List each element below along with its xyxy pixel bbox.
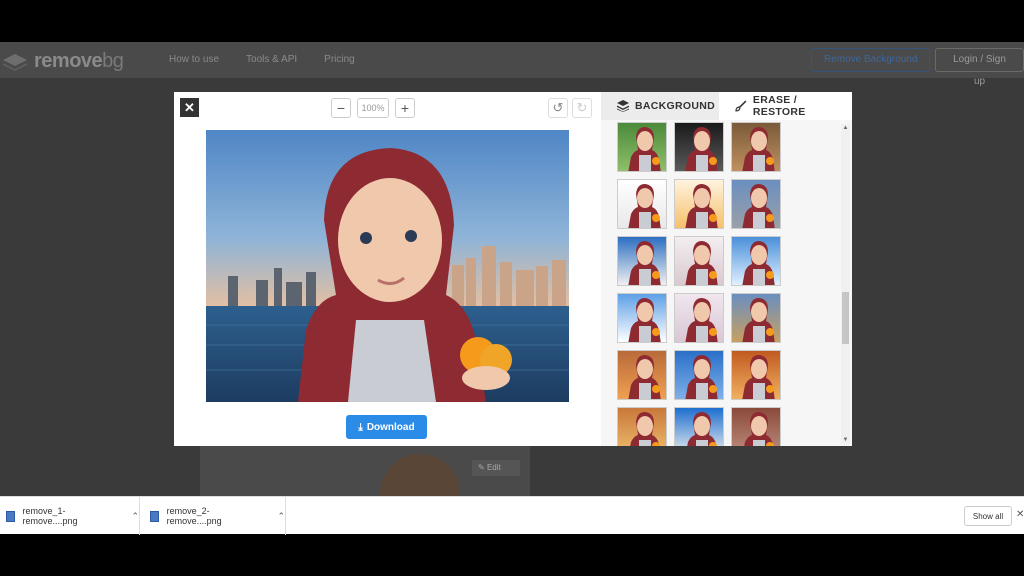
zoom-out-button[interactable]: −	[331, 98, 351, 118]
background-thumbnail[interactable]	[674, 179, 724, 229]
download-button[interactable]: ⤓ Download	[346, 415, 427, 439]
chevron-up-icon[interactable]: ⌃	[277, 511, 285, 522]
background-thumbnail[interactable]	[674, 350, 724, 400]
redo-icon[interactable]: ↻	[572, 98, 592, 118]
close-shelf-icon[interactable]: ✕	[1016, 509, 1024, 520]
nav-how-to-use[interactable]: How to use	[169, 54, 219, 65]
background-thumbnail[interactable]	[617, 407, 667, 446]
child-with-city-background-image	[206, 130, 569, 402]
background-thumbnail[interactable]	[617, 350, 667, 400]
background-sidebar: BACKGROUND ERASE / RESTORE ▲ ▼	[601, 92, 852, 446]
tab-erase-restore[interactable]: ERASE / RESTORE	[719, 92, 852, 120]
sidebar-tabs: BACKGROUND ERASE / RESTORE	[601, 92, 852, 120]
nav-pricing[interactable]: Pricing	[324, 54, 355, 65]
background-thumbnail[interactable]	[731, 179, 781, 229]
png-file-icon	[6, 510, 15, 522]
tab-erase-restore-label: ERASE / RESTORE	[752, 94, 806, 118]
logo-text: remove	[34, 50, 103, 72]
download-shelf: remove_1-remove....png ⌃ remove_2-remove…	[0, 496, 1024, 535]
zoom-in-button[interactable]: +	[395, 98, 415, 118]
show-all-button[interactable]: Show all	[964, 506, 1012, 526]
background-thumbnail[interactable]	[731, 293, 781, 343]
zoom-level: 100%	[357, 98, 389, 118]
download-item[interactable]: remove_2-remove....png ⌃	[140, 497, 286, 535]
scrollbar-thumb[interactable]	[842, 292, 849, 344]
scroll-down-icon[interactable]: ▼	[841, 436, 850, 444]
background-thumbnail[interactable]	[617, 122, 667, 172]
close-icon[interactable]: ✕	[180, 98, 199, 117]
background-thumbnail-grid	[617, 122, 817, 446]
background-thumbnail[interactable]	[731, 236, 781, 286]
layers-icon	[617, 100, 629, 112]
removebg-logo[interactable]: removebg	[2, 50, 124, 73]
tab-background-label: BACKGROUND	[635, 100, 715, 112]
download-filename: remove_2-remove....png	[166, 506, 222, 526]
undo-icon[interactable]: ↺	[548, 98, 568, 118]
tab-background[interactable]: BACKGROUND	[601, 92, 719, 120]
background-thumbnail[interactable]	[617, 179, 667, 229]
site-header: removebg How to use Tools & API Pricing …	[0, 42, 1024, 87]
logo-icon	[3, 53, 27, 71]
background-thumbnail[interactable]	[674, 293, 724, 343]
remove-background-button[interactable]: Remove Background	[811, 48, 931, 72]
chevron-up-icon[interactable]: ⌃	[131, 511, 139, 522]
brush-icon	[735, 100, 747, 112]
history-controls: ↺ ↻	[548, 98, 592, 118]
zoom-controls: − 100% +	[331, 98, 415, 118]
background-thumbnail[interactable]	[731, 122, 781, 172]
browser-viewport: removebg How to use Tools & API Pricing …	[0, 42, 1024, 534]
background-thumbnail[interactable]	[617, 293, 667, 343]
edit-modal: ✕ − 100% + ↺ ↻ ⤓ Download BACKGROUND ERA…	[174, 92, 852, 446]
background-thumbnail[interactable]	[674, 407, 724, 446]
background-edit-button: ✎ Edit	[472, 460, 520, 476]
site-nav: How to use Tools & API Pricing	[169, 54, 355, 65]
download-label: Download	[366, 421, 415, 433]
scroll-up-icon[interactable]: ▲	[841, 124, 850, 132]
sidebar-scrollbar[interactable]: ▲ ▼	[841, 124, 850, 444]
background-thumbnail[interactable]	[731, 350, 781, 400]
png-file-icon	[150, 510, 159, 522]
background-thumbnail[interactable]	[674, 122, 724, 172]
background-thumbnail[interactable]	[674, 236, 724, 286]
background-thumbnail[interactable]	[617, 236, 667, 286]
nav-tools-api[interactable]: Tools & API	[246, 54, 297, 65]
edited-image-canvas[interactable]	[206, 130, 569, 402]
download-icon: ⤓	[358, 421, 363, 433]
download-filename: remove_1-remove....png	[22, 506, 78, 526]
logo-text-bg: bg	[102, 50, 124, 72]
background-thumbnail[interactable]	[731, 407, 781, 446]
login-signup-button[interactable]: Login / Sign up	[935, 48, 1024, 87]
download-item[interactable]: remove_1-remove....png ⌃	[0, 497, 140, 535]
